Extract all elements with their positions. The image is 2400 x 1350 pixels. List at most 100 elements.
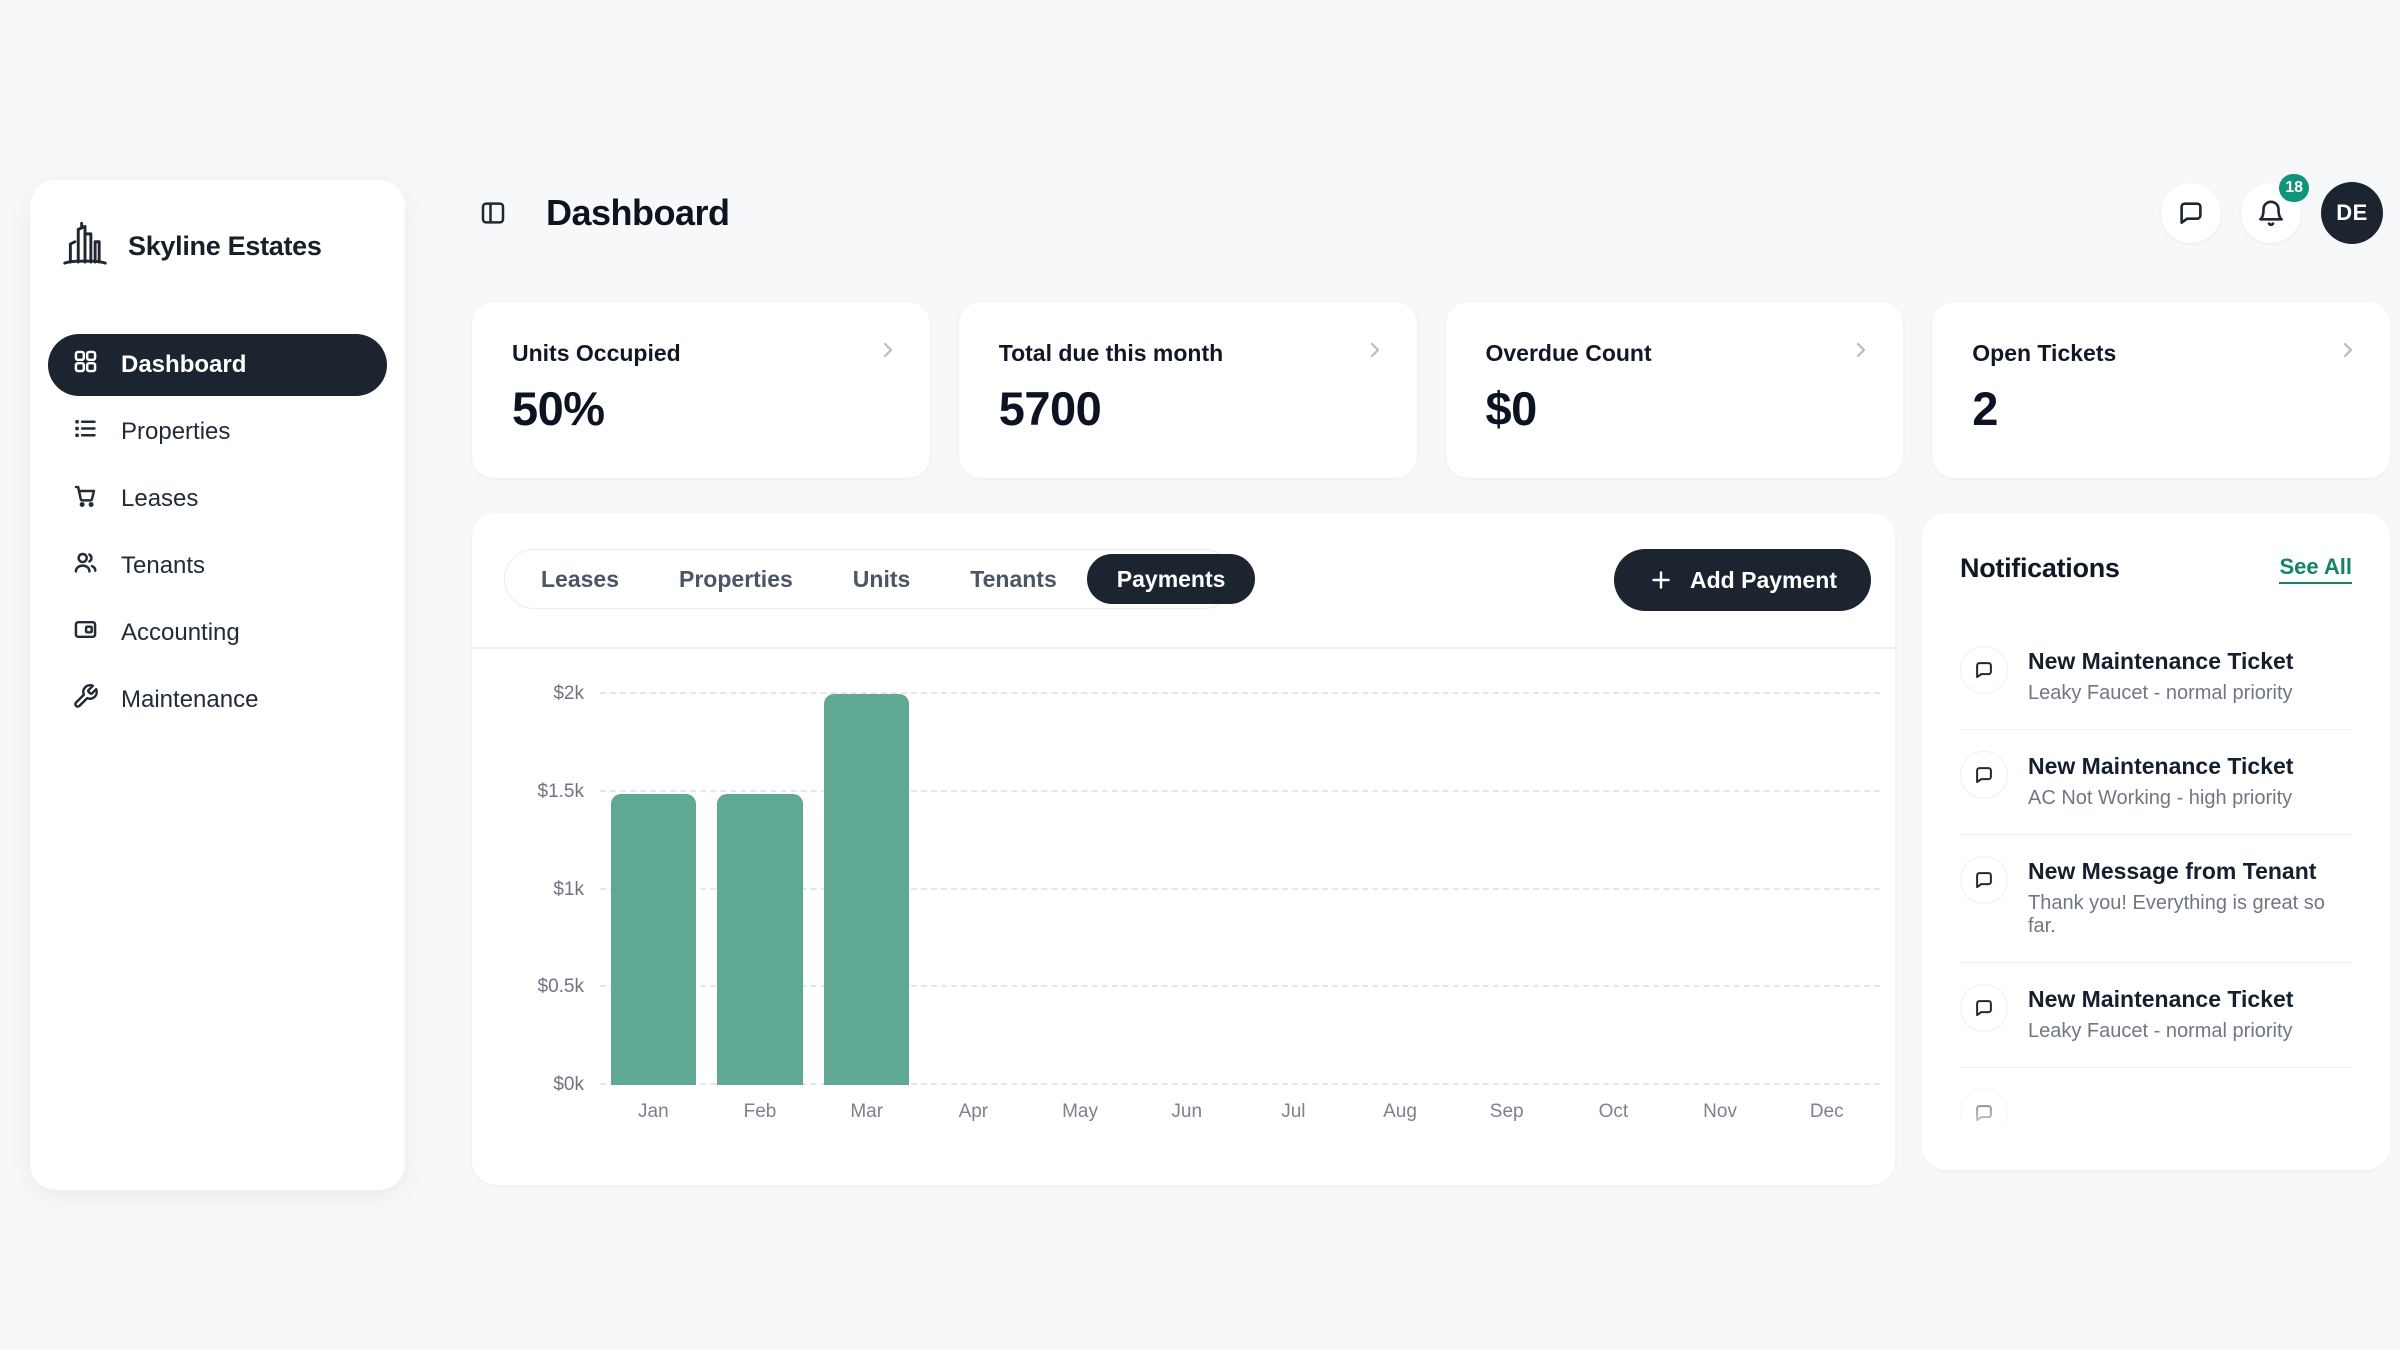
notification-subtitle: Thank you! Everything is great so far. (2028, 892, 2352, 938)
brand-name: Skyline Estates (128, 231, 322, 262)
sidebar-item-label: Leases (121, 485, 198, 513)
bars (600, 694, 1880, 1085)
chevron-right-icon (876, 338, 900, 367)
notification-item[interactable]: New Maintenance Ticket AC Not Working - … (1960, 730, 2352, 835)
stat-card-units-occupied[interactable]: Units Occupied 50% (472, 302, 930, 478)
bar-jan (611, 794, 696, 1085)
stat-label: Overdue Count (1486, 340, 1872, 367)
chevron-right-icon (1363, 338, 1387, 367)
page-header: Dashboard (472, 188, 730, 238)
notifications-button[interactable]: 18 (2241, 183, 2301, 243)
notification-item[interactable]: New Message from Tenant Thank you! Every… (1960, 835, 2352, 963)
bar-mar (824, 694, 909, 1085)
stat-card-total-due[interactable]: Total due this month 5700 (959, 302, 1417, 478)
cart-icon (72, 482, 99, 516)
x-axis-tick: Sep (1453, 1101, 1560, 1123)
add-payment-label: Add Payment (1690, 567, 1837, 594)
bar-slot-apr (920, 694, 1027, 1085)
sidebar-item-dashboard[interactable]: Dashboard (48, 334, 387, 396)
y-axis-tick: $1.5k (538, 781, 584, 803)
stat-value: $0 (1486, 381, 1872, 436)
y-axis-tick: $1k (553, 879, 584, 901)
see-all-link[interactable]: See All (2279, 554, 2352, 584)
notification-title: New Message from Tenant (2028, 858, 2352, 885)
skyline-logo-icon (58, 217, 112, 276)
tab-tenants[interactable]: Tenants (940, 554, 1086, 604)
panel-left-icon (478, 198, 508, 228)
stat-value: 50% (512, 381, 898, 436)
tab-properties[interactable]: Properties (649, 554, 823, 604)
x-axis-tick: Nov (1667, 1101, 1774, 1123)
y-axis-tick: $0.5k (538, 976, 584, 998)
bar-slot-sep (1453, 694, 1560, 1085)
notifications-header: Notifications See All (1960, 553, 2352, 584)
bar-slot-may (1027, 694, 1134, 1085)
user-avatar[interactable]: DE (2321, 182, 2383, 244)
x-axis-labels: Jan Feb Mar Apr May Jun Jul Aug Sep Oct … (600, 1101, 1880, 1123)
y-axis-tick: $2k (553, 683, 584, 705)
notification-item[interactable]: New Maintenance Ticket Leaky Faucet - no… (1960, 646, 2352, 730)
wrench-icon (72, 683, 99, 717)
x-axis-tick: Jul (1240, 1101, 1347, 1123)
chat-bubble-icon (2176, 198, 2206, 228)
chat-bubble-icon (1960, 984, 2008, 1032)
chat-bubble-icon (1960, 751, 2008, 799)
x-axis-tick: May (1027, 1101, 1134, 1123)
sidebar-item-accounting[interactable]: Accounting (48, 602, 387, 664)
x-axis-tick: Feb (707, 1101, 814, 1123)
sidebar-item-label: Tenants (121, 552, 205, 580)
users-icon (72, 549, 99, 583)
add-payment-button[interactable]: Add Payment (1614, 549, 1871, 611)
bell-icon (2256, 198, 2286, 228)
list-icon (72, 415, 99, 449)
sidebar-item-properties[interactable]: Properties (48, 401, 387, 463)
entity-tabs: Leases Properties Units Tenants Payments (504, 549, 1234, 609)
dashboard-page: Skyline Estates Dashboard (0, 0, 2400, 1350)
stat-label: Open Tickets (1972, 340, 2358, 367)
notification-title: New Maintenance Ticket (2028, 648, 2293, 675)
sidebar-toggle-button[interactable] (472, 192, 514, 234)
header-actions: 18 DE (2161, 182, 2383, 244)
notifications-title: Notifications (1960, 553, 2120, 584)
bar-slot-jul (1240, 694, 1347, 1085)
bar-slot-aug (1347, 694, 1454, 1085)
x-axis-tick: Mar (813, 1101, 920, 1123)
tab-payments[interactable]: Payments (1087, 554, 1256, 604)
payments-chart-card: Leases Properties Units Tenants Payments… (472, 513, 1895, 1185)
y-axis-tick: $0k (553, 1074, 584, 1096)
chat-bubble-icon (1960, 1089, 2008, 1137)
chevron-right-icon (2336, 338, 2360, 367)
notification-title: New Maintenance Ticket (2028, 986, 2293, 1013)
sidebar-nav: Dashboard Properties Lea (48, 334, 387, 731)
plus-icon (1648, 567, 1674, 593)
sidebar-item-tenants[interactable]: Tenants (48, 535, 387, 597)
notification-subtitle: AC Not Working - high priority (2028, 787, 2293, 810)
grid-icon (72, 348, 99, 382)
x-axis-tick: Aug (1347, 1101, 1454, 1123)
x-axis-tick: Oct (1560, 1101, 1667, 1123)
wallet-icon (72, 616, 99, 650)
sidebar-item-label: Dashboard (121, 351, 246, 379)
notification-item[interactable]: New Maintenance Ticket Leaky Faucet - no… (1960, 963, 2352, 1068)
notifications-list: New Maintenance Ticket Leaky Faucet - no… (1960, 646, 2352, 1161)
notification-item-partial[interactable] (1960, 1068, 2352, 1161)
sidebar-item-leases[interactable]: Leases (48, 468, 387, 530)
tab-leases[interactable]: Leases (511, 554, 649, 604)
notification-subtitle: Leaky Faucet - normal priority (2028, 1020, 2293, 1043)
sidebar-item-maintenance[interactable]: Maintenance (48, 669, 387, 731)
notification-count-badge: 18 (2279, 174, 2309, 202)
stat-card-open-tickets[interactable]: Open Tickets 2 (1932, 302, 2390, 478)
stat-card-overdue-count[interactable]: Overdue Count $0 (1446, 302, 1904, 478)
sidebar-item-label: Accounting (121, 619, 240, 647)
notification-title: New Maintenance Ticket (2028, 753, 2293, 780)
sidebar: Skyline Estates Dashboard (30, 180, 405, 1190)
bar-feb (717, 794, 802, 1085)
bar-slot-oct (1560, 694, 1667, 1085)
messages-button[interactable] (2161, 183, 2221, 243)
bar-slot-dec (1773, 694, 1880, 1085)
x-axis-tick: Jan (600, 1101, 707, 1123)
bar-slot-jun (1133, 694, 1240, 1085)
x-axis-tick: Dec (1773, 1101, 1880, 1123)
sidebar-item-label: Maintenance (121, 686, 258, 714)
tab-units[interactable]: Units (823, 554, 941, 604)
